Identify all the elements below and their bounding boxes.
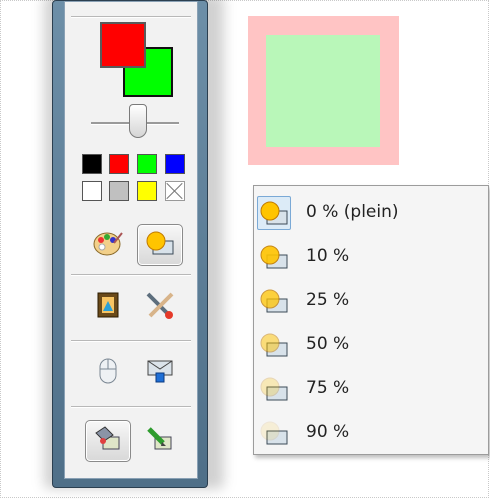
- mouse-icon: [95, 356, 121, 390]
- brush-pen-button[interactable]: [137, 286, 183, 328]
- pencil-image-button[interactable]: [137, 420, 183, 462]
- foreground-color-swatch[interactable]: [100, 22, 146, 68]
- mouse-button[interactable]: [85, 352, 131, 394]
- swatch-blue[interactable]: [165, 154, 185, 174]
- opacity-option-50[interactable]: 50 %: [254, 323, 488, 365]
- image-frame-button[interactable]: [85, 286, 131, 328]
- swatch-yellow[interactable]: [137, 181, 157, 201]
- brush-pen-icon: [144, 290, 176, 324]
- opacity-option-icon: [257, 284, 291, 318]
- eraser-pick-icon: [93, 425, 123, 457]
- pencil-image-icon: [145, 425, 175, 457]
- palette-panel: [64, 1, 198, 479]
- opacity-option-10[interactable]: 10 %: [254, 235, 488, 277]
- opacity-option-label: 25 %: [306, 290, 350, 310]
- opacity-option-label: 10 %: [306, 246, 350, 266]
- screen-stamp-button[interactable]: [137, 352, 183, 394]
- opacity-option-25[interactable]: 25 %: [254, 279, 488, 321]
- opacity-option-icon: [257, 328, 291, 362]
- opacity-option-75[interactable]: 75 %: [254, 367, 488, 409]
- swatch-white[interactable]: [82, 181, 102, 201]
- opacity-option-label: 0 % (plein): [306, 202, 399, 222]
- swatch-black[interactable]: [82, 154, 102, 174]
- screen-stamp-icon: [145, 357, 175, 389]
- swatch-none[interactable]: [165, 181, 185, 201]
- opacity-slider-thumb[interactable]: [129, 104, 147, 138]
- opacity-option-0[interactable]: 0 % (plein): [254, 191, 488, 233]
- swatch-green[interactable]: [137, 154, 157, 174]
- tool-palette: [52, 0, 208, 488]
- opacity-option-icon: [257, 196, 291, 230]
- color-preview-inner: [266, 35, 380, 147]
- eraser-pick-button[interactable]: [85, 420, 131, 462]
- separator: [71, 16, 191, 18]
- separator: [71, 340, 191, 342]
- palette-tool-button[interactable]: [85, 224, 131, 266]
- opacity-tool-button[interactable]: [137, 224, 183, 266]
- opacity-option-label: 75 %: [306, 378, 350, 398]
- swatch-gray[interactable]: [109, 181, 129, 201]
- opacity-option-icon: [257, 372, 291, 406]
- opacity-menu: 0 % (plein) 10 % 25 % 50 % 75 % 90 %: [253, 185, 489, 455]
- opacity-option-icon: [257, 240, 291, 274]
- color-preview-outer: [248, 16, 399, 165]
- separator: [71, 406, 191, 408]
- opacity-option-label: 90 %: [306, 422, 350, 442]
- swatch-red[interactable]: [109, 154, 129, 174]
- palette-tool-icon: [92, 229, 124, 261]
- opacity-option-90[interactable]: 90 %: [254, 411, 488, 453]
- opacity-tool-icon: [145, 230, 175, 260]
- opacity-option-label: 50 %: [306, 334, 350, 354]
- opacity-option-icon: [257, 416, 291, 450]
- separator: [71, 274, 191, 276]
- image-frame-icon: [95, 291, 121, 323]
